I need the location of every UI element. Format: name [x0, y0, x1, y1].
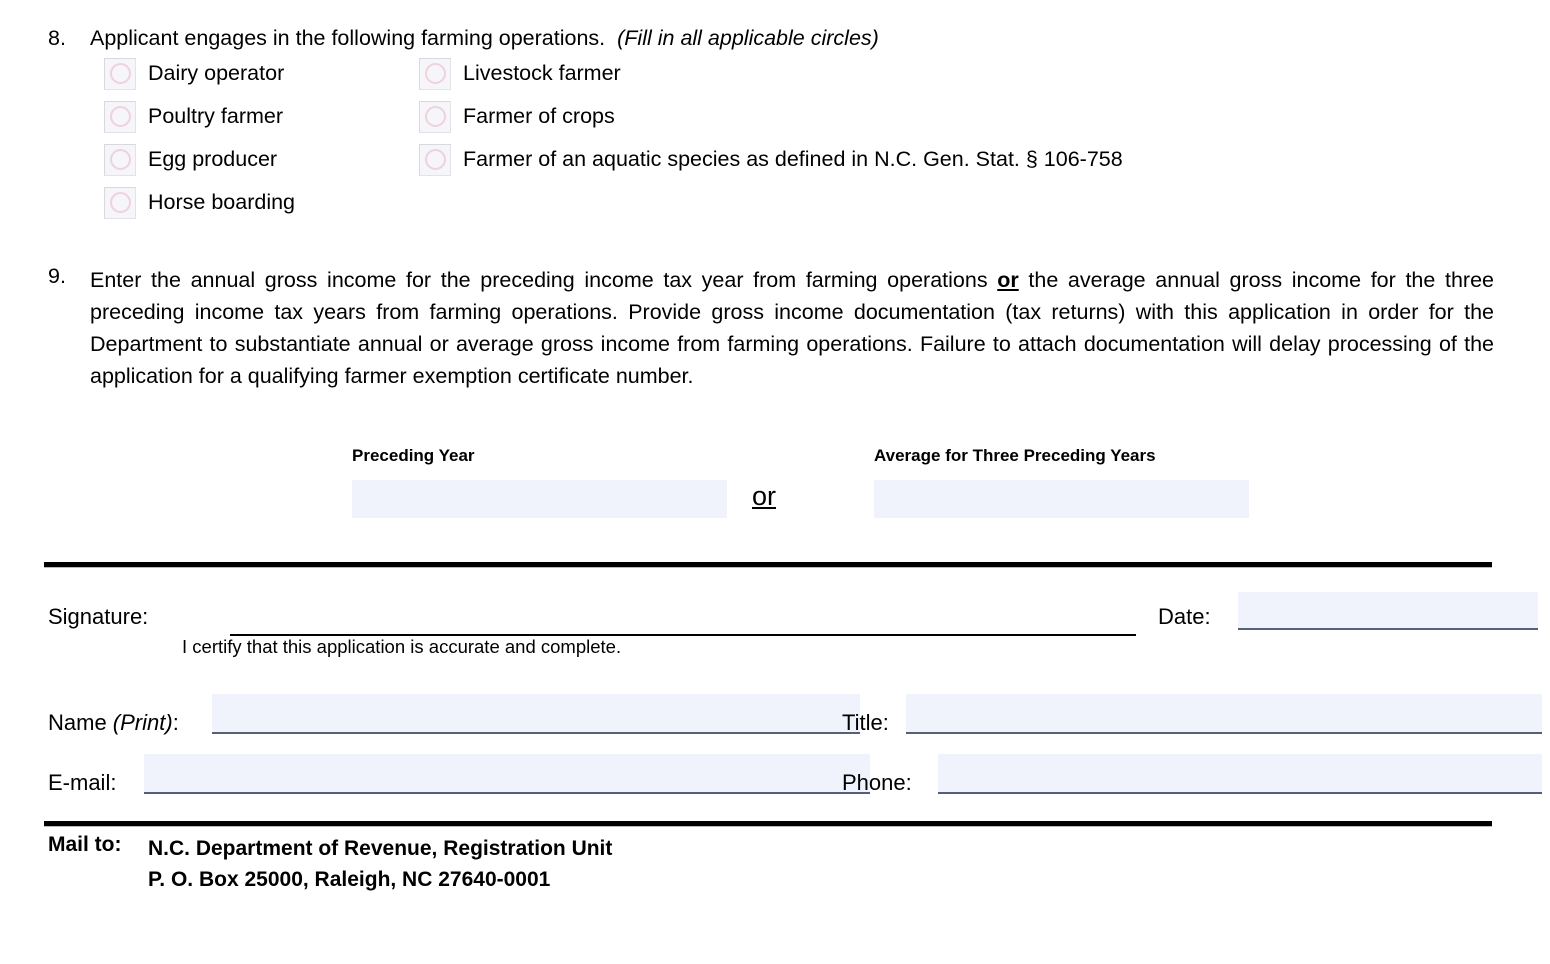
mailto-address-line-2: P. O. Box 25000, Raleigh, NC 27640-0001	[148, 868, 551, 891]
average-three-years-label: Average for Three Preceding Years	[874, 446, 1156, 465]
option-label: Horse boarding	[148, 190, 296, 214]
name-label-colon: :	[172, 710, 179, 735]
mailto-section-divider	[44, 821, 1492, 826]
option-row: Dairy operator Livestock farmer	[104, 52, 1123, 95]
question-9: 9. Enter the annual gross income for the…	[48, 264, 1494, 392]
option-farmer-aquatic-species[interactable]: Farmer of an aquatic species as defined …	[419, 143, 1123, 176]
question-9-emphasis-or: or	[997, 268, 1019, 292]
circle-checkbox-icon[interactable]	[419, 143, 451, 176]
phone-label: Phone:	[842, 770, 912, 795]
income-fields: Preceding Year Average for Three Precedi…	[352, 446, 1252, 526]
option-row: Horse boarding	[104, 181, 1123, 224]
option-row: Egg producer Farmer of an aquatic specie…	[104, 138, 1123, 181]
option-farmer-of-crops[interactable]: Farmer of crops	[419, 100, 615, 133]
email-input[interactable]	[144, 754, 870, 794]
option-row: Poultry farmer Farmer of crops	[104, 95, 1123, 138]
option-poultry-farmer[interactable]: Poultry farmer	[104, 100, 419, 133]
question-8-hint: (Fill in all applicable circles)	[617, 26, 879, 50]
circle-checkbox-icon[interactable]	[104, 186, 136, 219]
option-egg-producer[interactable]: Egg producer	[104, 143, 419, 176]
question-9-text: Enter the annual gross income for the pr…	[90, 264, 1494, 392]
option-label: Dairy operator	[148, 61, 285, 85]
circle-checkbox-icon[interactable]	[419, 100, 451, 133]
mailto-address: N.C. Department of Revenue, Registration…	[148, 833, 612, 895]
email-label: E-mail:	[48, 770, 117, 795]
question-8: 8. Applicant engages in the following fa…	[48, 26, 1498, 51]
name-label-text: Name	[48, 710, 113, 735]
option-livestock-farmer[interactable]: Livestock farmer	[419, 57, 621, 90]
certification-text: I certify that this application is accur…	[182, 636, 622, 657]
email-phone-row: E-mail: Phone:	[48, 754, 1542, 806]
question-9-text-part1: Enter the annual gross income for the pr…	[90, 268, 998, 292]
question-8-heading: 8. Applicant engages in the following fa…	[48, 26, 1498, 51]
preceding-year-input[interactable]	[352, 480, 727, 518]
option-label: Egg producer	[148, 147, 278, 171]
name-input[interactable]	[212, 694, 860, 734]
title-label: Title:	[842, 710, 889, 735]
phone-input[interactable]	[938, 754, 1542, 794]
date-label: Date:	[1158, 604, 1211, 629]
average-three-years-input[interactable]	[874, 480, 1249, 518]
signature-section-divider	[44, 562, 1492, 567]
question-8-number: 8.	[48, 26, 66, 50]
signature-row: Signature: Date:	[48, 592, 1538, 640]
option-label: Farmer of an aquatic species as defined …	[463, 147, 1123, 171]
option-horse-boarding[interactable]: Horse boarding	[104, 186, 419, 219]
mailto-label: Mail to:	[48, 833, 122, 856]
circle-checkbox-icon[interactable]	[104, 57, 136, 90]
or-separator: or	[752, 481, 777, 511]
preceding-year-label: Preceding Year	[352, 446, 475, 465]
signature-label: Signature:	[48, 604, 149, 629]
question-9-number: 9.	[48, 264, 66, 288]
circle-checkbox-icon[interactable]	[104, 100, 136, 133]
farming-operations-options: Dairy operator Livestock farmer Poultry …	[104, 52, 1123, 224]
mailto-block: Mail to: N.C. Department of Revenue, Reg…	[48, 833, 612, 895]
name-label: Name (Print):	[48, 710, 179, 736]
name-label-print: (Print)	[112, 710, 173, 735]
title-input[interactable]	[906, 694, 1542, 734]
form-page: 8. Applicant engages in the following fa…	[0, 0, 1550, 964]
option-label: Livestock farmer	[463, 61, 621, 85]
question-8-text: Applicant engages in the following farmi…	[90, 26, 606, 50]
option-label: Poultry farmer	[148, 104, 284, 128]
option-label: Farmer of crops	[463, 104, 615, 128]
circle-checkbox-icon[interactable]	[419, 57, 451, 90]
date-input[interactable]	[1238, 592, 1538, 630]
mailto-address-line-1: N.C. Department of Revenue, Registration…	[148, 837, 613, 860]
circle-checkbox-icon[interactable]	[104, 143, 136, 176]
name-title-row: Name (Print): Title:	[48, 694, 1542, 746]
option-dairy-operator[interactable]: Dairy operator	[104, 57, 419, 90]
